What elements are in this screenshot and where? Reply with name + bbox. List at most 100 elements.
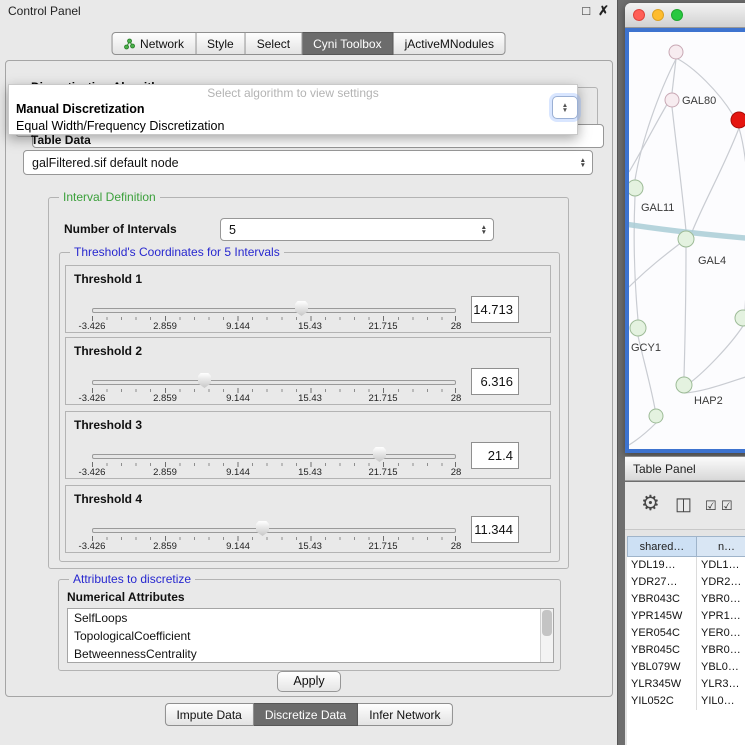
- network-edge[interactable]: [629, 96, 672, 172]
- table-cell[interactable]: YDR27…: [627, 574, 697, 591]
- gear-icon[interactable]: ⚙: [641, 491, 660, 516]
- list-item[interactable]: TopologicalCoefficient: [68, 627, 553, 645]
- zoom-traffic-light[interactable]: [671, 9, 683, 21]
- tab-infer-network-label: Infer Network: [369, 708, 440, 722]
- network-edge[interactable]: [629, 423, 656, 445]
- threshold-1-slider-thumb[interactable]: [295, 301, 308, 316]
- table-row[interactable]: YLR345W YLR3…: [627, 676, 745, 693]
- network-edge[interactable]: [635, 59, 676, 180]
- threshold-3-value-field[interactable]: 21.4: [471, 442, 519, 469]
- numerical-attributes-list[interactable]: SelfLoops TopologicalCoefficient Between…: [67, 608, 554, 663]
- tab-select[interactable]: Select: [246, 32, 302, 55]
- threshold-1-value-field[interactable]: 14.713: [471, 296, 519, 323]
- table-cell[interactable]: YBR0…: [697, 591, 745, 608]
- table-cell[interactable]: YBL079W: [627, 659, 697, 676]
- table-cell[interactable]: YPR1…: [697, 608, 745, 625]
- threshold-2-value-field[interactable]: 6.316: [471, 368, 519, 395]
- threshold-3-slider-track[interactable]: [92, 454, 456, 459]
- network-edge[interactable]: [684, 247, 686, 377]
- columns-icon[interactable]: ◫: [675, 494, 692, 515]
- table-toolbar: ⚙ ◫ ☑ ☑: [625, 482, 745, 530]
- minimize-traffic-light[interactable]: [652, 9, 664, 21]
- network-node[interactable]: [669, 45, 683, 59]
- control-panel-tab-bar: Network Style Select Cyni Toolbox jActiv…: [111, 32, 506, 55]
- table-header-cell[interactable]: shared…: [627, 536, 697, 557]
- network-node-selected[interactable]: [731, 112, 745, 128]
- network-edge[interactable]: [684, 374, 745, 393]
- list-item[interactable]: BetweennessCentrality: [68, 645, 553, 663]
- list-scrollbar[interactable]: [540, 609, 553, 662]
- network-node[interactable]: [735, 310, 745, 326]
- table-row[interactable]: YDR27… YDR2…: [627, 574, 745, 591]
- table-data-select[interactable]: galFiltered.sif default node ▲▼: [23, 150, 593, 175]
- tab-infer-network[interactable]: Infer Network: [358, 703, 452, 726]
- network-node[interactable]: [630, 320, 646, 336]
- network-node[interactable]: [676, 377, 692, 393]
- table-cell[interactable]: YER0…: [697, 625, 745, 642]
- popup-option-equal-width-frequency[interactable]: Equal Width/Frequency Discretization: [9, 118, 577, 135]
- threshold-2-slider-track[interactable]: [92, 380, 456, 385]
- threshold-1-slider-track[interactable]: [92, 308, 456, 313]
- popup-option-manual-discretization[interactable]: Manual Discretization: [9, 101, 577, 118]
- table-cell[interactable]: YDL19…: [627, 557, 697, 574]
- table-row[interactable]: YPR145W YPR1…: [627, 608, 745, 625]
- close-traffic-light[interactable]: [633, 9, 645, 21]
- table-cell[interactable]: YBR0…: [697, 642, 745, 659]
- float-window-button[interactable]: □: [582, 3, 590, 19]
- select-column-checkbox-icon[interactable]: ☑: [721, 498, 733, 514]
- node-label: GAL11: [641, 202, 674, 214]
- table-row[interactable]: YER054C YER0…: [627, 625, 745, 642]
- threshold-4-value-field[interactable]: 11.344: [471, 516, 519, 543]
- table-cell[interactable]: YBR045C: [627, 642, 697, 659]
- table-cell[interactable]: YIL0…: [697, 693, 745, 710]
- table-row[interactable]: YDL19… YDL1…: [627, 557, 745, 574]
- network-node[interactable]: [678, 231, 694, 247]
- slider-major-ticks: [92, 536, 456, 541]
- algorithm-select-arrow-button[interactable]: ▲ ▼: [552, 96, 578, 119]
- tab-discretize-data[interactable]: Discretize Data: [254, 703, 358, 726]
- network-edge[interactable]: [629, 242, 682, 287]
- table-row[interactable]: YBL079W YBL0…: [627, 659, 745, 676]
- table-cell[interactable]: YLR345W: [627, 676, 697, 693]
- network-window-titlebar[interactable]: [625, 3, 745, 28]
- table-cell[interactable]: YDR2…: [697, 574, 745, 591]
- table-cell[interactable]: YDL1…: [697, 557, 745, 574]
- threshold-2-slider-thumb[interactable]: [198, 373, 211, 388]
- algorithm-dropdown-popup: Select algorithm to view settings Manual…: [8, 84, 578, 135]
- table-cell[interactable]: YPR145W: [627, 608, 697, 625]
- network-node[interactable]: [629, 180, 643, 196]
- table-data-label: Table Data: [31, 133, 91, 147]
- network-edge[interactable]: [739, 128, 745, 310]
- network-canvas[interactable]: GAL80 GAL11 GAL4 GCY1 HAP2: [625, 28, 745, 453]
- table-cell[interactable]: YBL0…: [697, 659, 745, 676]
- network-edge[interactable]: [692, 128, 739, 232]
- table-cell[interactable]: YIL052C: [627, 693, 697, 710]
- table-cell[interactable]: YLR3…: [697, 676, 745, 693]
- interval-definition-group: Interval Definition Number of Intervals …: [48, 197, 569, 569]
- tab-cyni-toolbox[interactable]: Cyni Toolbox: [302, 32, 393, 55]
- tab-jactivemnodules[interactable]: jActiveMNodules: [394, 32, 506, 55]
- table-row[interactable]: YBR045C YBR0…: [627, 642, 745, 659]
- network-node[interactable]: [665, 93, 679, 107]
- scrollbar-thumb[interactable]: [542, 610, 552, 636]
- close-window-button[interactable]: ✗: [598, 3, 609, 19]
- network-edge[interactable]: [691, 326, 743, 382]
- list-item[interactable]: SelfLoops: [68, 609, 553, 627]
- tab-impute-data[interactable]: Impute Data: [164, 703, 253, 726]
- tab-network[interactable]: Network: [111, 32, 196, 55]
- tab-style[interactable]: Style: [196, 32, 246, 55]
- select-all-checkbox-icon[interactable]: ☑: [705, 498, 717, 514]
- apply-button[interactable]: Apply: [277, 671, 341, 692]
- threshold-4-slider-track[interactable]: [92, 528, 456, 533]
- network-edge[interactable]: [634, 196, 638, 320]
- table-cell[interactable]: YER054C: [627, 625, 697, 642]
- threshold-3-slider-thumb[interactable]: [373, 447, 386, 462]
- table-cell[interactable]: YBR043C: [627, 591, 697, 608]
- table-header-cell[interactable]: n…: [697, 536, 745, 557]
- number-of-intervals-select[interactable]: 5 ▲▼: [220, 218, 494, 241]
- table-row[interactable]: YIL052C YIL0…: [627, 693, 745, 710]
- threshold-4-slider-thumb[interactable]: [256, 521, 269, 536]
- table-row[interactable]: YBR043C YBR0…: [627, 591, 745, 608]
- network-node[interactable]: [649, 409, 663, 423]
- slider-major-ticks: [92, 388, 456, 393]
